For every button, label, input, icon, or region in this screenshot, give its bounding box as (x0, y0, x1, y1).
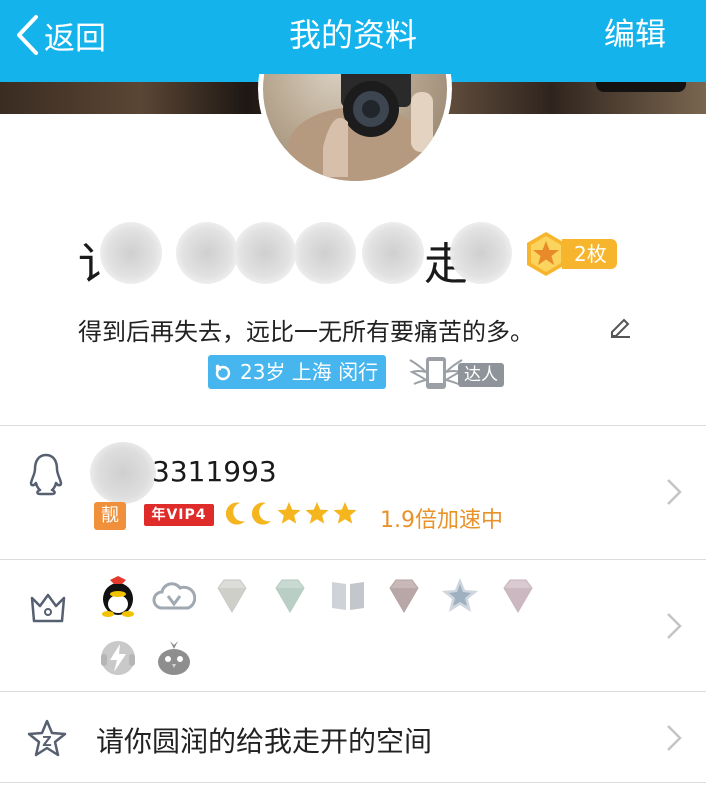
avatar-photo (258, 74, 452, 186)
level-icons (224, 500, 358, 526)
purple-diamond-icon (503, 579, 533, 613)
diamond-icon (217, 579, 247, 613)
blur-mask (90, 442, 156, 504)
space-name: 请你圆润的给我走开的空间 (96, 725, 433, 758)
daren-badge[interactable]: 达人 (406, 352, 504, 392)
medal-count-badge[interactable]: 2枚 (562, 239, 617, 269)
star-icon (277, 502, 301, 524)
cover-shadow (596, 82, 686, 92)
edit-button[interactable]: 编辑 (604, 0, 666, 70)
crown-icon (30, 593, 66, 623)
age-location-tag[interactable]: 23岁 上海 闵行 (208, 355, 387, 389)
star-icon (333, 502, 357, 524)
nav-bar: 返回 我的资料 编辑 (0, 0, 706, 82)
qq-penguin-icon (102, 576, 134, 617)
blur-mask (234, 222, 296, 284)
lightning-icon (101, 641, 135, 675)
liang-badge: 靓 (94, 502, 126, 530)
qq-number: 3311993 (152, 455, 277, 488)
star-badge-icon (442, 578, 478, 612)
blur-mask (450, 222, 512, 284)
divider (0, 782, 706, 783)
blur-mask (294, 222, 356, 284)
moon-icon (225, 502, 245, 525)
page-title: 我的资料 (288, 16, 417, 54)
qq-penguin-outline-icon (29, 453, 63, 496)
moon-icon (251, 502, 271, 525)
chevron-right-icon (667, 479, 682, 505)
speed-text: 1.9倍加速中 (380, 508, 503, 533)
camera-photo-image (288, 74, 433, 181)
vip-badge: 年VIP4 (144, 504, 214, 526)
green-diamond-icon (275, 579, 305, 613)
blur-mask (176, 222, 238, 284)
star-space-icon: Z (27, 719, 67, 757)
pink-diamond-icon (389, 579, 419, 613)
daren-label: 达人 (458, 363, 504, 387)
chevron-right-icon (667, 725, 682, 751)
age-location-label: 23岁 上海 闵行 (240, 360, 379, 384)
blur-mask (362, 222, 424, 284)
winged-phone-icon (409, 357, 463, 389)
book-icon (332, 582, 364, 610)
blur-mask (100, 222, 162, 284)
star-icon (305, 502, 329, 524)
signature-text: 得到后再失去，远比一无所有要痛苦的多。 (78, 318, 534, 346)
avatar[interactable] (258, 74, 452, 186)
pencil-icon[interactable] (608, 314, 632, 338)
male-gender-icon (215, 364, 231, 381)
cloud-v-icon (152, 582, 196, 610)
svg-text:Z: Z (42, 735, 51, 750)
chevron-right-icon (667, 613, 682, 639)
bird-icon (158, 641, 190, 675)
